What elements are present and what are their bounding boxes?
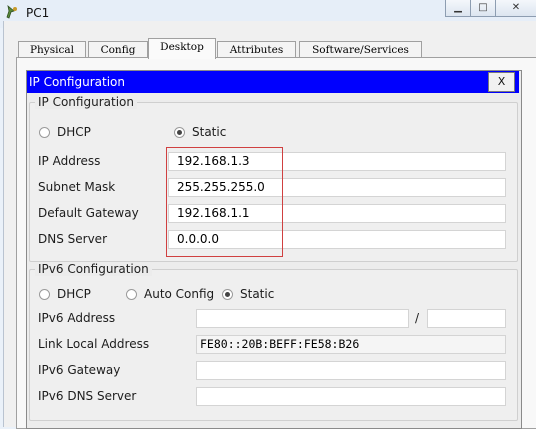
tab-attributes[interactable]: Attributes (217, 41, 296, 58)
ipv6-static-radio[interactable] (222, 289, 233, 300)
dns-server-label: DNS Server (38, 232, 107, 246)
tab-software-services[interactable]: Software/Services (299, 41, 422, 58)
default-gateway-label: Default Gateway (38, 206, 139, 220)
red-highlight-box (166, 147, 283, 257)
ip-address-label: IP Address (38, 154, 101, 168)
ipv6-auto-config-radio[interactable] (126, 289, 137, 300)
window-controls: ▁ □ ✕ (443, 0, 536, 17)
ipv6-prefix-length-field[interactable] (427, 309, 506, 328)
minimize-button[interactable]: ▁ (445, 0, 471, 17)
window-close-button[interactable]: ✕ (495, 0, 536, 17)
subnet-mask-label: Subnet Mask (38, 180, 116, 194)
ipv6-address-field[interactable] (196, 309, 409, 328)
ipv6-dhcp-radio[interactable] (39, 289, 50, 300)
tab-desktop[interactable]: Desktop (148, 38, 216, 59)
ipv4-static-label: Static (192, 125, 227, 139)
tab-physical[interactable]: Physical (18, 41, 86, 58)
tab-config[interactable]: Config (88, 41, 148, 58)
ipv6-dns-server-label: IPv6 DNS Server (38, 389, 137, 403)
ipv4-static-radio[interactable] (174, 127, 185, 138)
minimize-icon: ▁ (454, 2, 462, 13)
link-local-address-label: Link Local Address (38, 337, 150, 351)
ipv6-dns-server-field[interactable] (196, 387, 506, 406)
ipv6-dhcp-label: DHCP (57, 287, 91, 301)
window-title: PC1 (26, 6, 50, 20)
ipv6-gateway-label: IPv6 Gateway (38, 363, 121, 377)
link-local-address-field: FE80::20B:BEFF:FE58:B26 (196, 335, 506, 354)
ipv6-gateway-field[interactable] (196, 361, 506, 380)
dialog-close-button[interactable]: X (488, 72, 515, 92)
maximize-icon: □ (478, 2, 488, 13)
ipv6-auto-config-label: Auto Config (144, 287, 215, 301)
close-icon: ✕ (511, 2, 521, 13)
dialog-title: IP Configuration (29, 75, 125, 89)
ipv4-dhcp-radio[interactable] (39, 127, 50, 138)
maximize-button[interactable]: □ (470, 0, 496, 17)
ipv6-address-label: IPv6 Address (38, 311, 116, 325)
app-icon (5, 4, 19, 19)
ipv4-dhcp-label: DHCP (57, 125, 91, 139)
ipv4-legend: IP Configuration (35, 95, 137, 109)
ipv6-static-label: Static (240, 287, 275, 301)
ipv6-legend: IPv6 Configuration (35, 262, 152, 276)
ipv6-prefix-separator: / (415, 311, 420, 325)
